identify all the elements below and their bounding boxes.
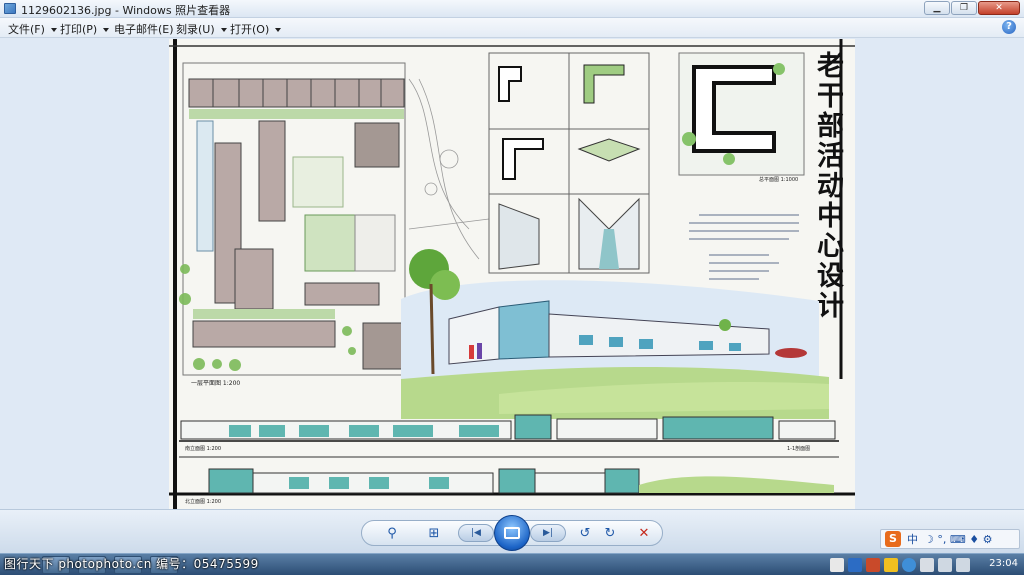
- menu-burn-label: 刻录(U): [176, 23, 215, 36]
- menu-burn[interactable]: 刻录(U): [176, 21, 227, 37]
- north-elevation-label: 北立面图 1:200: [185, 498, 221, 505]
- south-elevation-label: 南立面图 1:200: [185, 445, 221, 452]
- maximize-button[interactable]: ❐: [951, 1, 977, 15]
- tray-icon[interactable]: [902, 558, 916, 572]
- delete-button[interactable]: ✕: [634, 523, 654, 543]
- close-button[interactable]: ✕: [978, 1, 1020, 15]
- menu-file[interactable]: 文件(F): [8, 21, 57, 37]
- taskbar: 图行天下 photophoto.cn 编号：05475599 23:04: [0, 553, 1024, 575]
- zoom-button[interactable]: ⚲: [382, 523, 402, 543]
- viewer-toolbar: ⚲ ⊞ |◀ ▶| ↺ ↻ ✕: [0, 509, 1024, 553]
- window-controls: ▁ ❐ ✕: [923, 1, 1020, 15]
- title-char: 中: [817, 201, 844, 232]
- ime-symbols[interactable]: ☽ °, ⌨ ♦ ⚙: [924, 533, 992, 546]
- sogou-logo-icon: S: [885, 531, 901, 547]
- delete-x-icon: ✕: [638, 525, 650, 541]
- chevron-down-icon: [275, 28, 282, 32]
- minimize-icon: ▁: [933, 3, 941, 13]
- title-char: 干: [817, 81, 844, 112]
- rotate-ccw-icon: ↺: [579, 525, 591, 541]
- section-label: 1-1剖面图: [787, 445, 810, 452]
- title-char: 计: [817, 291, 844, 322]
- title-char: 心: [817, 231, 844, 262]
- previous-button[interactable]: |◀: [458, 524, 494, 542]
- restore-icon: ❐: [959, 3, 969, 13]
- ground-floor-label: 一层平面图 1:200: [191, 380, 240, 387]
- title-char: 设: [817, 261, 844, 292]
- slideshow-button[interactable]: [494, 515, 530, 551]
- slideshow-icon: [504, 527, 520, 539]
- close-icon: ✕: [995, 3, 1003, 13]
- ime-toolbar[interactable]: S 中 ☽ °, ⌨ ♦ ⚙: [880, 529, 1020, 549]
- chevron-down-icon: [220, 28, 227, 32]
- menu-email[interactable]: 电子邮件(E): [114, 21, 174, 37]
- tray-icon[interactable]: [830, 558, 844, 572]
- drawing-title: 老 干 部 活 动 中 心 设 计: [817, 51, 844, 322]
- menu-print[interactable]: 打印(P): [60, 21, 110, 37]
- title-char: 活: [817, 141, 844, 172]
- magnifier-icon: ⚲: [387, 525, 397, 541]
- previous-icon: |◀: [471, 528, 481, 538]
- help-tray-icon[interactable]: [848, 558, 862, 572]
- network-icon[interactable]: [938, 558, 952, 572]
- minimize-button[interactable]: ▁: [924, 1, 950, 15]
- menu-file-label: 文件(F): [8, 23, 45, 36]
- image-viewport[interactable]: 一层平面图 1:200 总平面图 1:1000 老 干 部 活 动 中 心 设 …: [0, 39, 1024, 509]
- title-bar: 1129602136.jpg - Windows 照片查看器 ▁ ❐ ✕: [0, 0, 1024, 18]
- photo-viewer-window: 1129602136.jpg - Windows 照片查看器 ▁ ❐ ✕ 文件(…: [0, 0, 1024, 575]
- chevron-down-icon: [50, 28, 57, 32]
- help-icon[interactable]: ?: [1002, 20, 1016, 34]
- window-title: 1129602136.jpg - Windows 照片查看器: [21, 4, 231, 17]
- chevron-down-icon: [103, 28, 110, 32]
- fit-window-icon: ⊞: [428, 525, 440, 541]
- title-char: 部: [817, 110, 844, 142]
- taskbar-clock[interactable]: 23:04: [989, 558, 1018, 569]
- ime-mode[interactable]: 中: [907, 531, 918, 547]
- rotate-cw-icon: ↻: [604, 525, 616, 541]
- next-icon: ▶|: [543, 528, 553, 538]
- tray-icon[interactable]: [866, 558, 880, 572]
- rotate-left-button[interactable]: ↺: [575, 523, 595, 543]
- title-char: 动: [817, 171, 844, 202]
- displayed-image: 一层平面图 1:200 总平面图 1:1000 老 干 部 活 动 中 心 设 …: [169, 39, 855, 509]
- tray-icon[interactable]: [884, 558, 898, 572]
- architecture-drawing: 一层平面图 1:200 总平面图 1:1000 老 干 部 活 动 中 心 设 …: [169, 39, 855, 509]
- site-plan: 总平面图 1:1000: [678, 52, 805, 183]
- next-button[interactable]: ▶|: [530, 524, 566, 542]
- volume-icon[interactable]: [956, 558, 970, 572]
- menu-email-label: 电子邮件(E): [114, 23, 174, 36]
- actual-size-button[interactable]: ⊞: [424, 523, 444, 543]
- menu-bar: 文件(F) 打印(P) 电子邮件(E) 刻录(U) 打开(O) ?: [0, 18, 1024, 38]
- watermark-text: 图行天下 photophoto.cn 编号：05475599: [4, 557, 259, 571]
- menu-open-label: 打开(O): [230, 23, 270, 36]
- site-plan-label: 总平面图 1:1000: [759, 176, 798, 183]
- tray-icon[interactable]: [920, 558, 934, 572]
- menu-open[interactable]: 打开(O): [230, 21, 282, 37]
- rotate-right-button[interactable]: ↻: [600, 523, 620, 543]
- menu-print-label: 打印(P): [60, 23, 98, 36]
- photo-viewer-app-icon: [4, 3, 16, 14]
- title-char: 老: [817, 51, 844, 82]
